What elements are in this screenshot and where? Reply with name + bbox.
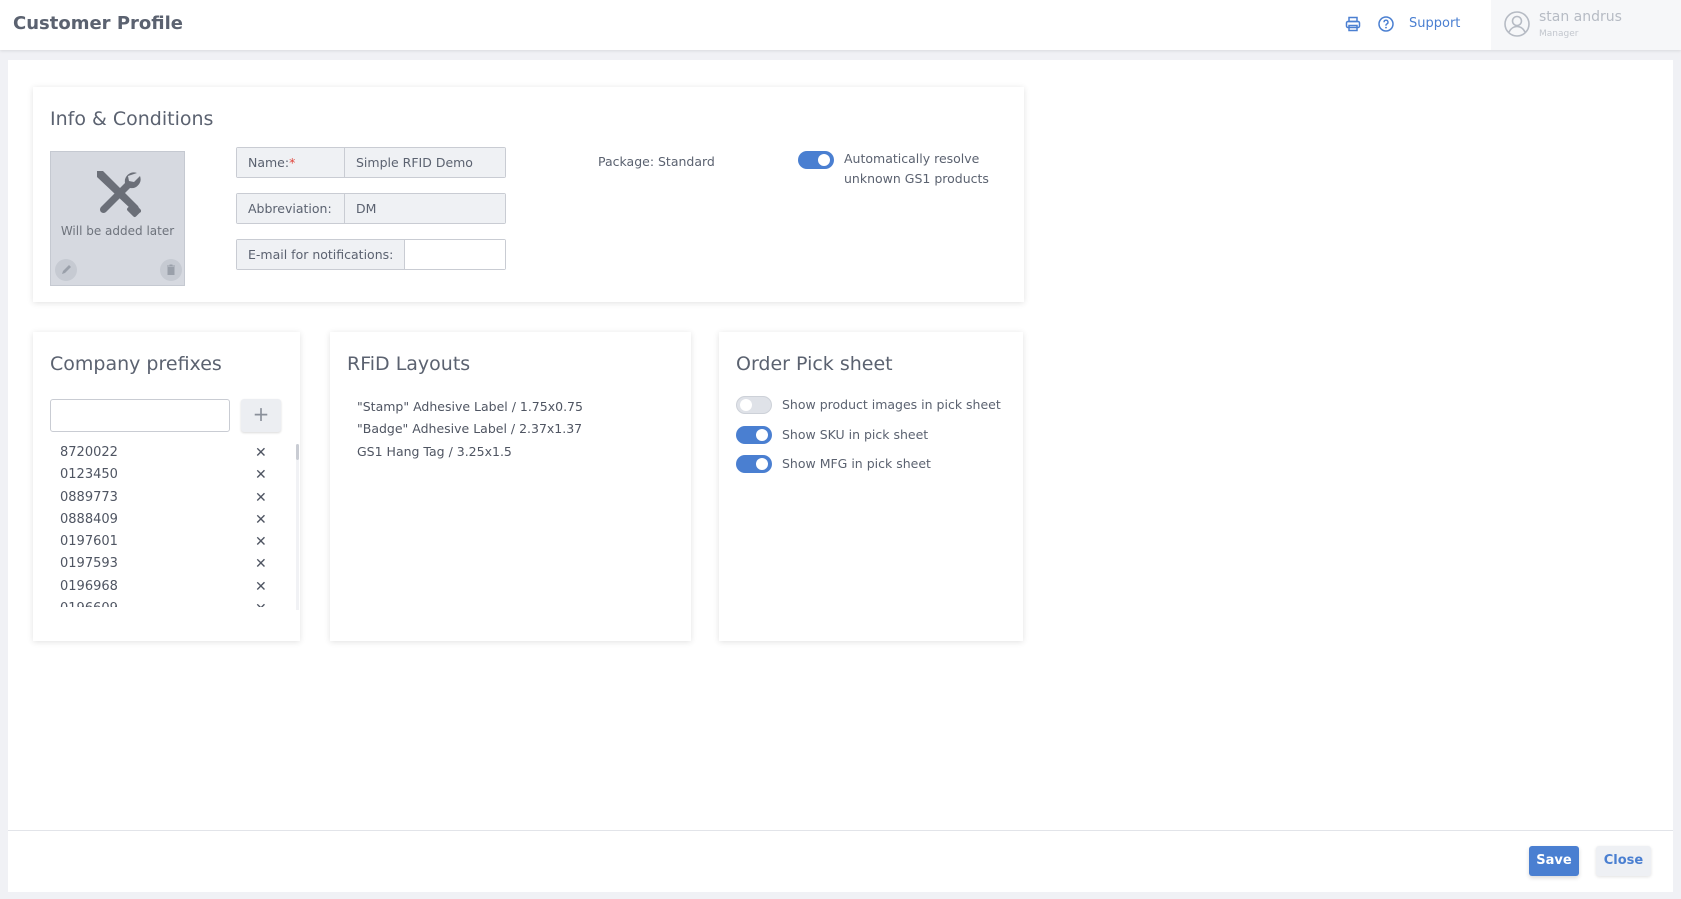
prefixes-title: Company prefixes bbox=[50, 353, 222, 375]
user-menu[interactable]: stan andrus Manager bbox=[1491, 0, 1681, 50]
user-avatar-icon bbox=[1503, 10, 1531, 42]
remove-prefix-icon[interactable]: ✕ bbox=[255, 487, 267, 509]
page-title: Customer Profile bbox=[13, 13, 183, 34]
prefix-value: 0197601 bbox=[60, 534, 118, 550]
trash-icon bbox=[167, 264, 175, 275]
name-field: Name:* Simple RFID Demo bbox=[236, 147, 506, 178]
abbreviation-input[interactable]: DM bbox=[345, 194, 505, 223]
delete-image-button[interactable] bbox=[160, 259, 182, 281]
prefix-value: 0196609 bbox=[60, 601, 118, 607]
remove-prefix-icon[interactable]: ✕ bbox=[255, 553, 267, 575]
name-input[interactable]: Simple RFID Demo bbox=[345, 148, 505, 177]
list-item: 0197601 ✕ bbox=[50, 531, 280, 553]
auto-resolve-line1: Automatically resolve bbox=[844, 151, 980, 166]
prefix-value: 0123450 bbox=[60, 467, 118, 483]
email-field: E-mail for notifications: bbox=[236, 239, 506, 270]
picksheet-card: Order Pick sheet Show product images in … bbox=[719, 332, 1023, 641]
toggle-knob bbox=[740, 399, 752, 411]
image-placeholder-text: Will be added later bbox=[60, 224, 175, 238]
user-role: Manager bbox=[1539, 29, 1579, 39]
layouts-title: RFiD Layouts bbox=[347, 353, 471, 375]
name-label-text: Name: bbox=[248, 155, 290, 170]
list-item: 0123450 ✕ bbox=[50, 464, 280, 486]
add-prefix-button[interactable]: + bbox=[241, 399, 281, 432]
show-mfg-label: Show MFG in pick sheet bbox=[782, 456, 931, 471]
toggle-knob bbox=[756, 458, 768, 470]
info-card: Info & Conditions Will be added later Na… bbox=[33, 87, 1024, 302]
email-label: E-mail for notifications: bbox=[237, 240, 406, 269]
package-info: Package: Standard bbox=[598, 154, 715, 169]
auto-resolve-toggle[interactable] bbox=[798, 151, 834, 169]
list-item: 0196609 ✕ bbox=[50, 598, 280, 607]
save-button[interactable]: Save bbox=[1529, 846, 1579, 876]
remove-prefix-icon[interactable]: ✕ bbox=[255, 531, 267, 553]
list-item: 0888409 ✕ bbox=[50, 509, 280, 531]
list-item: 0889773 ✕ bbox=[50, 487, 280, 509]
remove-prefix-icon[interactable]: ✕ bbox=[255, 509, 267, 531]
printer-icon[interactable] bbox=[1344, 15, 1362, 33]
show-images-label: Show product images in pick sheet bbox=[782, 397, 1001, 412]
picksheet-title: Order Pick sheet bbox=[736, 353, 893, 375]
scrollbar-thumb[interactable] bbox=[296, 444, 299, 460]
close-button[interactable]: Close bbox=[1596, 846, 1651, 876]
logo-image: Will be added later bbox=[50, 151, 185, 286]
list-item: 0197593 ✕ bbox=[50, 553, 280, 575]
show-images-toggle[interactable] bbox=[736, 396, 772, 414]
prefix-value: 0889773 bbox=[60, 489, 118, 505]
top-bar: Customer Profile Support stan andrus Man… bbox=[0, 0, 1681, 50]
user-name: stan andrus bbox=[1539, 9, 1622, 25]
layout-item[interactable]: "Stamp" Adhesive Label / 1.75x0.75 bbox=[357, 399, 583, 414]
footer-divider bbox=[8, 830, 1673, 831]
main-content: Info & Conditions Will be added later Na… bbox=[8, 60, 1673, 892]
pencil-icon bbox=[62, 265, 71, 274]
auto-resolve-line2: unknown GS1 products bbox=[844, 171, 989, 186]
toggle-knob bbox=[818, 154, 830, 166]
list-item: 8720022 ✕ bbox=[50, 442, 280, 464]
layouts-card: RFiD Layouts "Stamp" Adhesive Label / 1.… bbox=[330, 332, 691, 641]
toggle-knob bbox=[756, 429, 768, 441]
tools-icon bbox=[91, 168, 145, 224]
remove-prefix-icon[interactable]: ✕ bbox=[255, 576, 267, 598]
edit-image-button[interactable] bbox=[55, 259, 77, 281]
required-marker: * bbox=[289, 155, 296, 170]
auto-resolve-label: Automatically resolve unknown GS1 produc… bbox=[844, 149, 989, 189]
layout-item[interactable]: GS1 Hang Tag / 3.25x1.5 bbox=[357, 444, 512, 459]
help-icon[interactable] bbox=[1377, 15, 1395, 33]
prefix-value: 8720022 bbox=[60, 445, 118, 460]
name-label: Name:* bbox=[237, 148, 345, 177]
remove-prefix-icon[interactable]: ✕ bbox=[255, 442, 267, 464]
support-link[interactable]: Support bbox=[1409, 16, 1460, 31]
show-sku-toggle[interactable] bbox=[736, 426, 772, 444]
prefix-value: 0197593 bbox=[60, 556, 118, 572]
prefix-list: 8720022 ✕ 0123450 ✕ 0889773 ✕ 0888409 ✕ 0197… bbox=[50, 442, 280, 607]
prefix-input[interactable] bbox=[50, 399, 230, 432]
abbreviation-field: Abbreviation: DM bbox=[236, 193, 506, 224]
show-sku-label: Show SKU in pick sheet bbox=[782, 427, 929, 442]
prefix-value: 0888409 bbox=[60, 511, 118, 527]
email-input[interactable] bbox=[405, 240, 505, 269]
remove-prefix-icon[interactable]: ✕ bbox=[255, 598, 267, 607]
remove-prefix-icon[interactable]: ✕ bbox=[255, 464, 267, 486]
abbreviation-label: Abbreviation: bbox=[237, 194, 345, 223]
prefix-value: 0196968 bbox=[60, 578, 118, 594]
show-mfg-toggle[interactable] bbox=[736, 455, 772, 473]
layout-item[interactable]: "Badge" Adhesive Label / 2.37x1.37 bbox=[357, 421, 582, 436]
info-title: Info & Conditions bbox=[50, 108, 214, 130]
prefixes-card: Company prefixes + 8720022 ✕ 0123450 ✕ 088… bbox=[33, 332, 300, 641]
list-item: 0196968 ✕ bbox=[50, 576, 280, 598]
scrollbar-track[interactable] bbox=[296, 460, 299, 610]
